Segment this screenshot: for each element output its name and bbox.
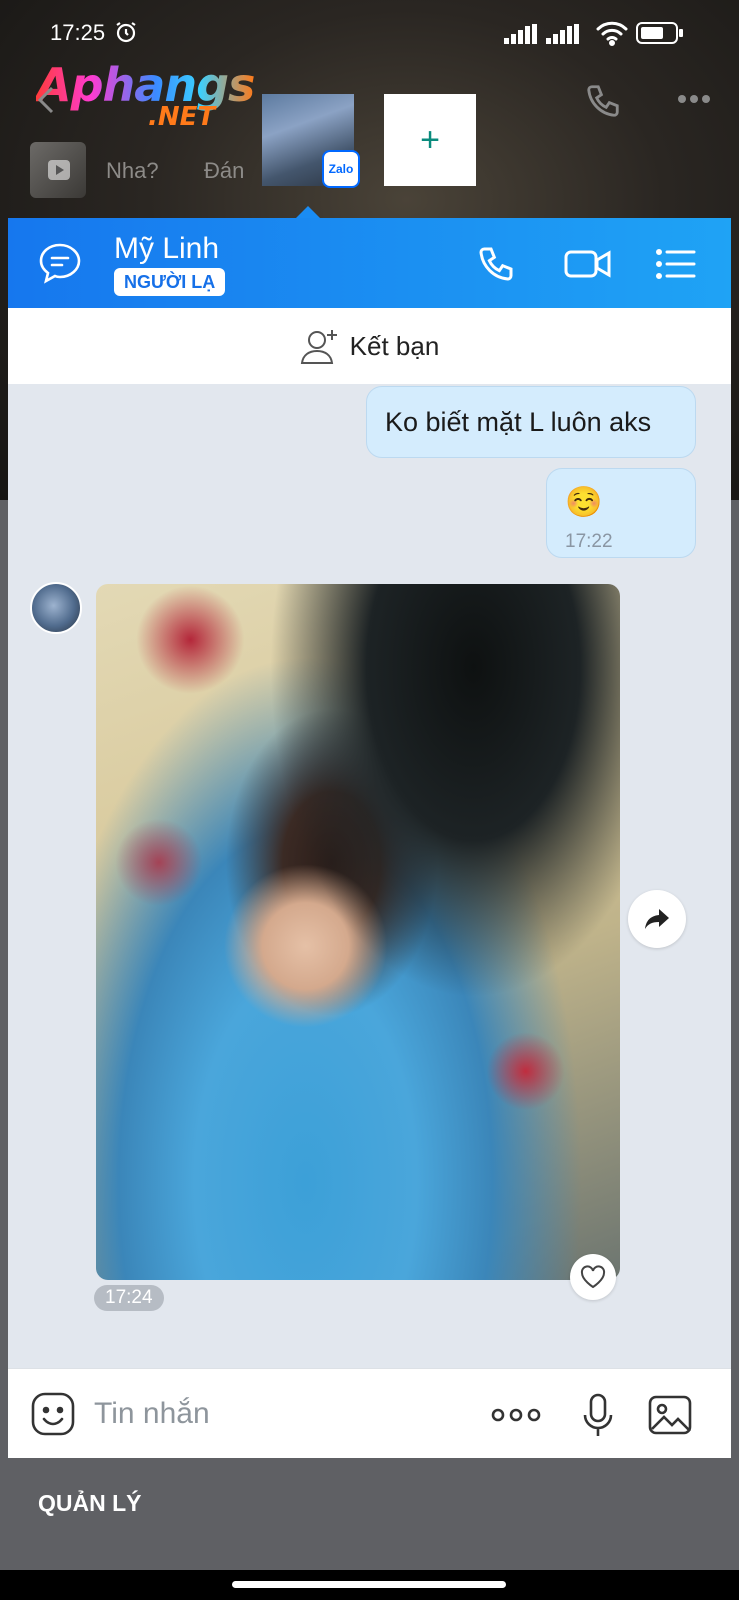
zalo-app-badge: Zalo [322,150,360,188]
sender-avatar[interactable] [30,582,82,634]
chat-bubble-icon[interactable] [38,242,82,284]
add-person-icon [300,330,337,364]
message-emoji: ☺️ [565,486,603,519]
add-friend-label: Kết bạn [349,330,440,361]
message-time: 17:24 [94,1285,164,1311]
bubble-pointer [296,206,320,218]
preview-text: Nha? [106,158,159,183]
home-indicator[interactable] [232,1581,506,1588]
alarm-icon [116,22,136,43]
preview-text: Đán [204,158,245,183]
add-friend-bar: Kết bạn [8,308,731,384]
signal-icon [546,24,579,44]
watermark-main: Aphangs [36,58,255,112]
manage-label[interactable]: QUẢN LÝ [38,1490,142,1517]
add-friend-button[interactable]: Kết bạn [300,327,440,365]
message-text: Ko biết mặt L luôn aks [385,407,652,437]
image-gallery-icon[interactable] [646,1391,694,1439]
signal-icon [504,24,537,44]
stranger-badge: NGƯỜI LẠ [114,268,226,296]
microphone-icon[interactable] [574,1391,622,1439]
message-bubble-outgoing[interactable]: ☺️ 17:22 [546,468,696,558]
message-time: 17:22 [565,531,613,552]
add-floating-button[interactable]: + [384,94,476,186]
chat-window: Mỹ Linh NGƯỜI LẠ Kết bạn Ko biết mặt L l… [8,218,731,1458]
menu-list-icon[interactable] [654,244,696,284]
watermark-logo: Aphangs .NET [36,58,256,138]
watermark-sub: .NET [148,102,216,132]
battery-icon [636,22,683,44]
chat-header: Mỹ Linh NGƯỜI LẠ [8,218,731,308]
more-icon [678,95,710,103]
message-input[interactable] [94,1391,394,1437]
play-icon [48,160,70,180]
heart-icon [580,1265,606,1289]
sticker-emoji-icon[interactable] [30,1391,76,1437]
more-options-icon[interactable] [490,1391,542,1439]
status-time: 17:25 [50,20,106,45]
message-bubble-outgoing[interactable]: Ko biết mặt L luôn aks [366,386,696,458]
wifi-icon [596,21,628,46]
message-photo[interactable] [96,584,620,1280]
forward-icon [645,909,669,929]
message-composer [8,1368,731,1458]
forward-button[interactable] [628,890,686,948]
voice-call-icon[interactable] [476,244,516,284]
status-bar: 17:25 [0,0,739,64]
react-button[interactable] [570,1254,616,1300]
video-call-icon[interactable] [564,244,612,284]
contact-name[interactable]: Mỹ Linh [114,232,219,266]
back-chevron-icon [37,86,54,114]
phone-icon [587,85,619,117]
